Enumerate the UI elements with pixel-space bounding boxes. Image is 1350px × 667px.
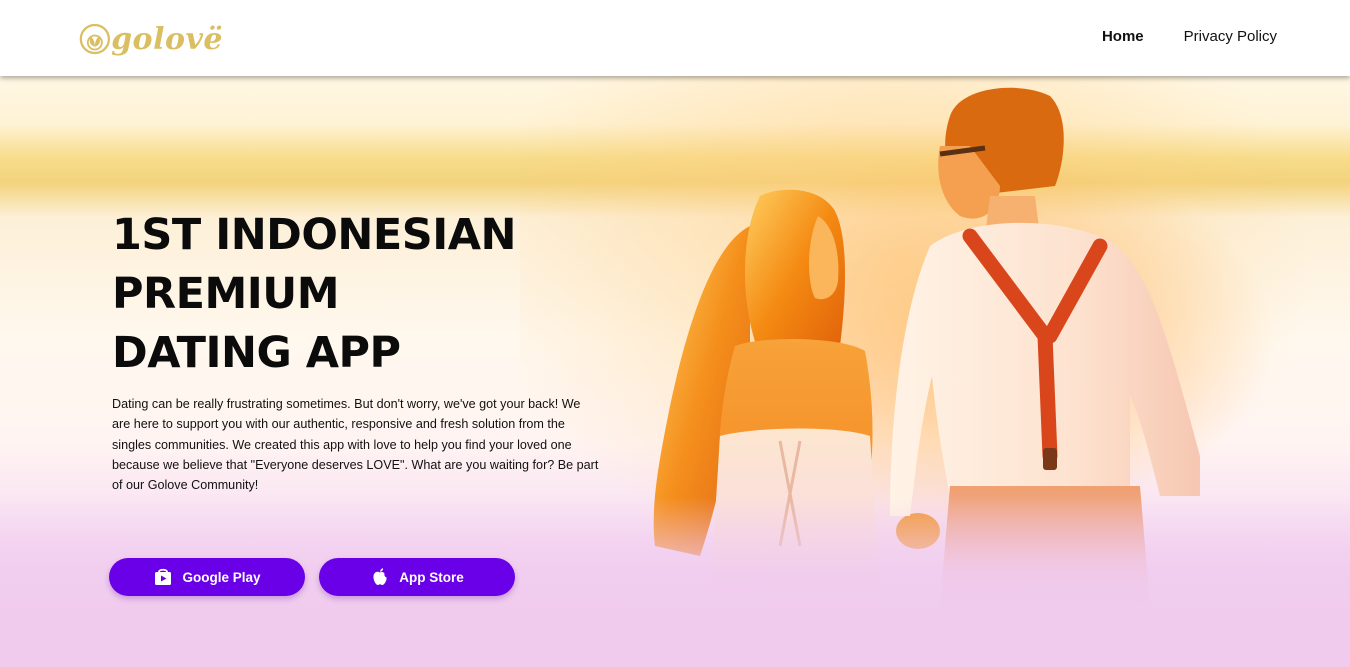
app-store-label: App Store (399, 569, 464, 585)
google-play-label: Google Play (182, 569, 261, 585)
nav-home[interactable]: Home (1102, 28, 1144, 45)
logo-text: golovë (111, 21, 223, 57)
main-nav: Home Privacy Policy (1102, 28, 1277, 45)
nav-privacy-policy[interactable]: Privacy Policy (1184, 28, 1277, 45)
google-play-button[interactable]: Google Play (109, 558, 305, 596)
hero-section: 1ST INDONESIAN PREMIUM DATING APP Dating… (0, 76, 1350, 667)
leaf-circle-icon (79, 23, 110, 55)
hero-description: Dating can be really frustrating sometim… (112, 397, 599, 493)
site-logo[interactable]: golovë (78, 13, 223, 65)
hero-headline: 1ST INDONESIAN PREMIUM DATING APP (112, 206, 632, 383)
headline-line-2: PREMIUM (112, 269, 340, 319)
headline-line-1: 1ST INDONESIAN (112, 210, 517, 260)
site-header: golovë Home Privacy Policy (0, 0, 1350, 76)
apple-icon (373, 568, 387, 586)
app-store-button[interactable]: App Store (319, 558, 515, 596)
play-store-icon (155, 568, 172, 585)
headline-line-3: DATING APP (112, 328, 401, 378)
